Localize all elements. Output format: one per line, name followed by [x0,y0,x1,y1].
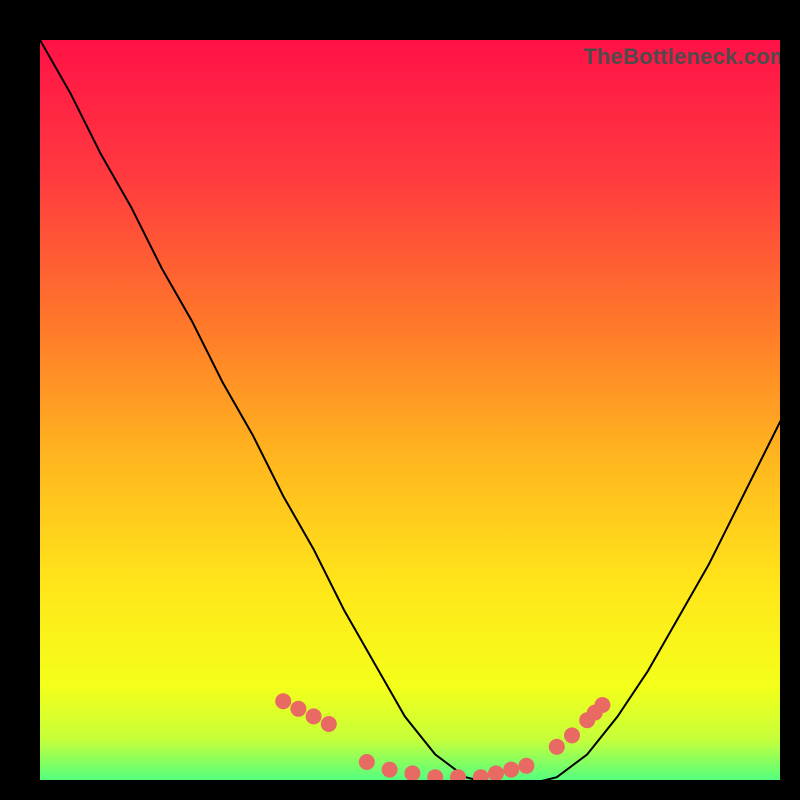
marker-point [450,769,466,780]
marker-point [382,762,398,778]
marker-point [564,727,580,743]
marker-point [488,765,504,780]
marker-point [404,765,420,780]
marker-point [321,716,337,732]
marker-point [359,754,375,770]
marker-point [306,708,322,724]
marker-point [427,769,443,780]
marker-point [549,739,565,755]
bottleneck-curve [40,40,780,780]
marker-point [503,762,519,778]
marker-point [473,769,489,780]
marker-point [275,693,291,709]
marker-point [518,758,534,774]
watermark-label: TheBottleneck.com [584,44,780,70]
marker-point [290,701,306,717]
highlighted-points [275,693,610,780]
chart-svg [40,40,780,780]
chart-frame: TheBottleneck.com [20,20,780,780]
plot-area: TheBottleneck.com [40,40,780,780]
marker-point [594,697,610,713]
